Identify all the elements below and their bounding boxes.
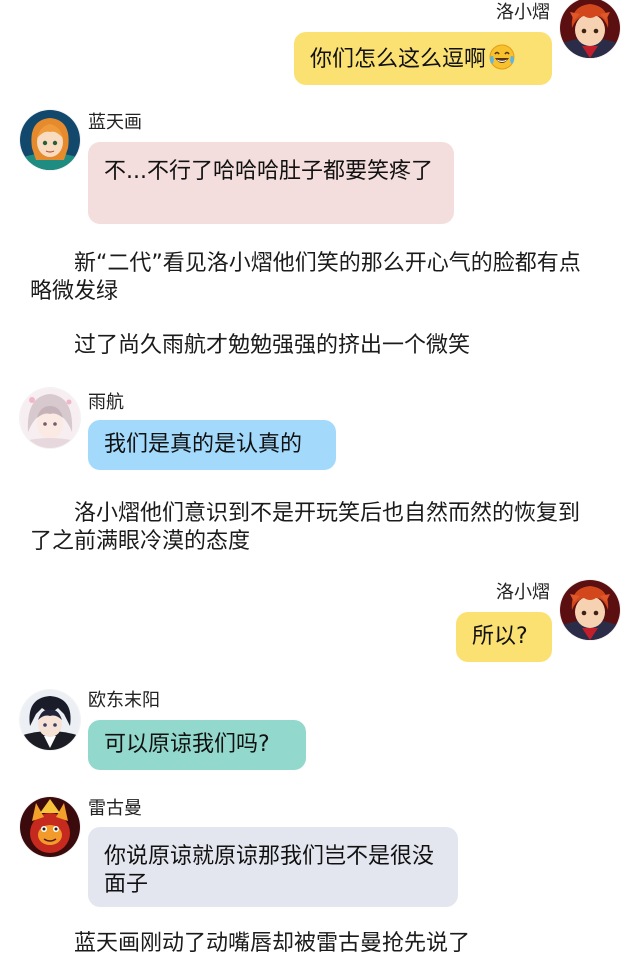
message-text: 你们怎么这么逗啊 — [310, 47, 487, 72]
message-bubble: 可以原谅我们吗? — [88, 720, 306, 770]
avatar-ou-dong-moyang[interactable] — [20, 690, 80, 750]
sender-name: 洛小熠 — [496, 2, 550, 23]
avatar-luo-xiaoyi[interactable] — [560, 0, 620, 58]
sender-name: 雨航 — [88, 392, 124, 413]
sender-name: 雷古曼 — [88, 798, 142, 819]
message-bubble: 所以? — [456, 612, 552, 662]
message-bubble: 你们怎么这么逗啊 — [294, 32, 552, 85]
narration-text: 新“二代”看见洛小熠他们笑的那么开心气的脸都有点略微发绿 — [30, 251, 581, 304]
message-bubble: 不...不行了哈哈哈肚子都要笑疼了 — [88, 142, 454, 224]
sender-name: 欧东末阳 — [88, 690, 160, 711]
narration-text: 过了尚久雨航才勉勉强强的挤出一个微笑 — [74, 333, 471, 358]
avatar-lan-tianhua[interactable] — [20, 110, 80, 170]
avatar-luo-xiaoyi[interactable] — [560, 580, 620, 640]
message-bubble: 我们是真的是认真的 — [88, 420, 336, 470]
avatar-lei-guman[interactable] — [20, 797, 80, 857]
sender-name: 洛小熠 — [496, 582, 550, 603]
message-bubble: 你说原谅就原谅那我们岂不是很没面子 — [88, 827, 458, 907]
sender-name: 蓝天画 — [88, 112, 142, 133]
narration-text: 洛小熠他们意识到不是开玩笑后也自然而然的恢复到了之前满眼冷漠的态度 — [30, 501, 581, 554]
laughing-tears-icon — [489, 44, 515, 70]
narration-text: 蓝天画刚动了动嘴唇却被雷古曼抢先说了 — [74, 931, 471, 956]
avatar-yu-hang[interactable] — [20, 388, 80, 448]
